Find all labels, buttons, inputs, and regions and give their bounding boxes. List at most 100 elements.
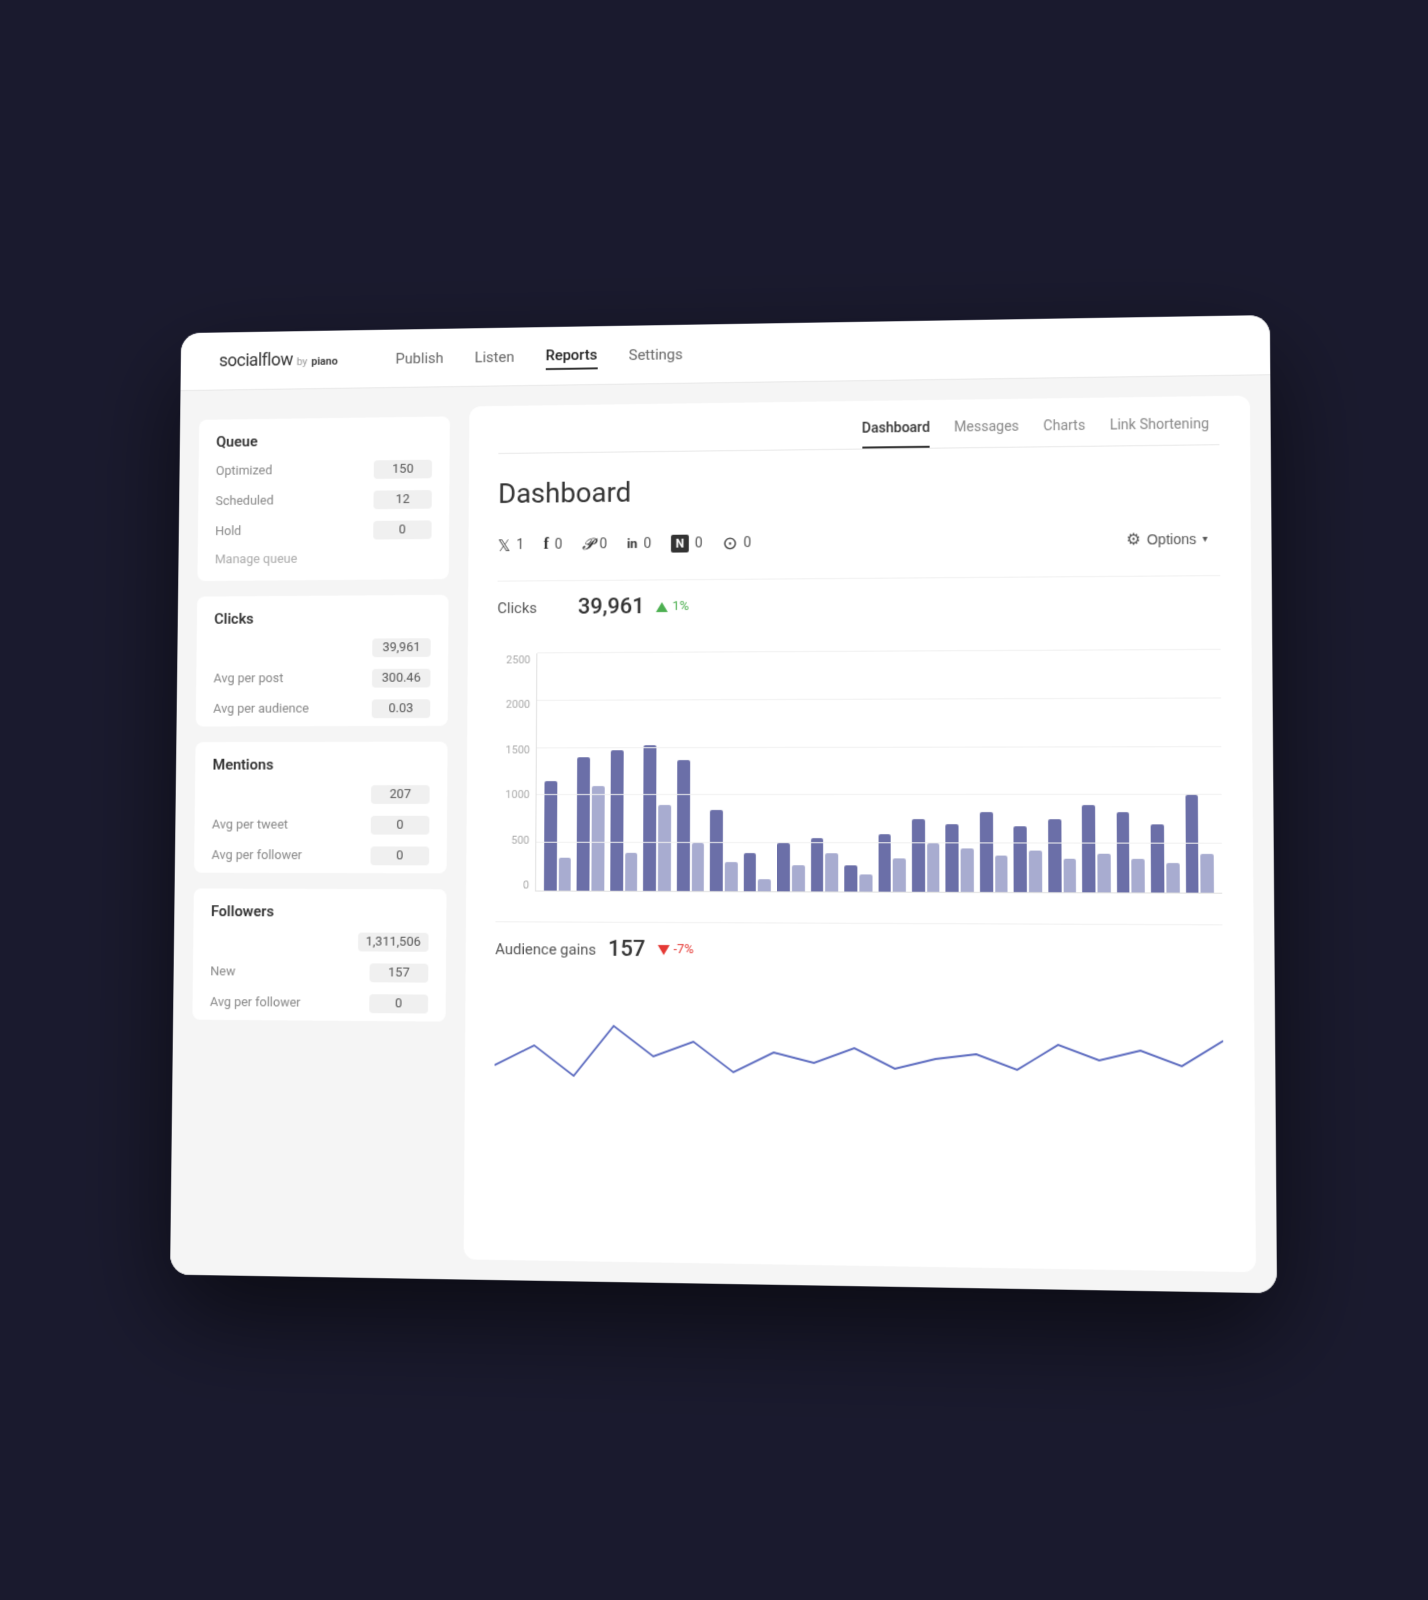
clicks-avg-post-label: Avg per post bbox=[213, 671, 283, 686]
queue-optimized-row: Optimized 150 bbox=[198, 456, 449, 489]
mentions-avg-tweet-label: Avg per tweet bbox=[212, 818, 288, 833]
clicks-metric-value: 39,961 bbox=[578, 594, 645, 619]
chevron-down-icon: ▾ bbox=[1202, 533, 1207, 544]
bar-group bbox=[610, 653, 638, 891]
followers-title: Followers bbox=[193, 888, 446, 929]
mentions-title: Mentions bbox=[195, 742, 447, 782]
mentions-value-row: 207 bbox=[195, 781, 448, 812]
clicks-section: Clicks 39,961 Avg per post 300.46 Avg pe… bbox=[196, 595, 449, 727]
arrow-down-icon bbox=[657, 944, 669, 954]
y-label-2500: 2500 bbox=[497, 653, 530, 666]
social-pinterest[interactable]: 𝓟 0 bbox=[582, 534, 607, 554]
bar-group bbox=[643, 653, 671, 891]
bar-dark bbox=[677, 760, 690, 891]
queue-scheduled-label: Scheduled bbox=[215, 494, 273, 509]
clicks-title: Clicks bbox=[197, 595, 449, 636]
clicks-avg-audience-row: Avg per audience 0.03 bbox=[196, 695, 448, 726]
facebook-icon: f bbox=[544, 536, 549, 554]
bar-group bbox=[1116, 650, 1145, 892]
logo-main: socialflow bbox=[219, 350, 293, 371]
social-facebook[interactable]: f 0 bbox=[544, 536, 563, 554]
bar-light bbox=[558, 857, 571, 890]
options-label: Options bbox=[1147, 531, 1197, 548]
audience-change-value: -7% bbox=[673, 942, 693, 957]
queue-optimized-value: 150 bbox=[374, 460, 432, 479]
bar-dark bbox=[946, 824, 959, 892]
bar-dark bbox=[710, 810, 723, 891]
queue-hold-value: 0 bbox=[373, 520, 431, 539]
bar-light bbox=[1201, 854, 1214, 893]
bar-dark bbox=[744, 853, 757, 891]
manage-queue-link[interactable]: Manage queue bbox=[197, 547, 449, 581]
bar-group bbox=[878, 651, 906, 891]
audience-metric-change: -7% bbox=[657, 942, 693, 957]
queue-optimized-label: Optimized bbox=[216, 464, 273, 479]
bar-dark bbox=[1185, 795, 1199, 892]
options-button[interactable]: ⚙ Options ▾ bbox=[1114, 523, 1220, 556]
bar-dark bbox=[1048, 820, 1061, 893]
bar-light bbox=[725, 862, 738, 891]
bar-light bbox=[691, 843, 704, 891]
followers-avg-row: Avg per follower 0 bbox=[192, 989, 445, 1022]
clicks-avg-post-row: Avg per post 300.46 bbox=[196, 665, 448, 696]
mentions-section: Mentions 207 Avg per tweet 0 Avg per fol… bbox=[194, 742, 448, 874]
nav-reports[interactable]: Reports bbox=[545, 341, 597, 369]
social-twitter[interactable]: 𝕏 1 bbox=[498, 536, 524, 555]
bar-light bbox=[893, 858, 906, 892]
clicks-avg-audience-label: Avg per audience bbox=[213, 702, 309, 717]
tab-dashboard[interactable]: Dashboard bbox=[862, 420, 930, 449]
y-label-500: 500 bbox=[496, 833, 530, 846]
y-label-2000: 2000 bbox=[497, 698, 530, 711]
audience-metric-value: 157 bbox=[608, 937, 645, 962]
bar-light bbox=[825, 853, 838, 891]
bar-dark bbox=[878, 834, 891, 892]
bar-group bbox=[1047, 651, 1076, 893]
instagram-icon: ⊙ bbox=[722, 533, 737, 554]
tab-link-shortening[interactable]: Link Shortening bbox=[1110, 416, 1209, 445]
y-label-1500: 1500 bbox=[496, 743, 529, 756]
bar-dark bbox=[544, 781, 557, 890]
bar-dark bbox=[1082, 805, 1095, 892]
nav-publish[interactable]: Publish bbox=[396, 345, 444, 371]
bar-group bbox=[710, 652, 738, 891]
bar-light bbox=[1063, 858, 1076, 892]
y-label-1000: 1000 bbox=[496, 788, 530, 801]
bar-group bbox=[1013, 651, 1042, 892]
bar-dark bbox=[811, 839, 824, 892]
nav-settings[interactable]: Settings bbox=[629, 341, 683, 367]
social-linkedin[interactable]: in 0 bbox=[627, 536, 651, 552]
tab-messages[interactable]: Messages bbox=[954, 419, 1019, 448]
bar-group bbox=[577, 653, 605, 891]
queue-hold-label: Hold bbox=[215, 524, 241, 539]
linkedin-count: 0 bbox=[643, 536, 651, 552]
main-layout: Queue Optimized 150 Scheduled 12 Hold 0 … bbox=[170, 375, 1277, 1293]
bar-light bbox=[758, 879, 771, 891]
bar-dark bbox=[577, 757, 590, 890]
social-row: 𝕏 1 f 0 𝓟 0 in 0 N 0 bbox=[498, 523, 1220, 561]
tab-charts[interactable]: Charts bbox=[1043, 418, 1085, 446]
y-label-0: 0 bbox=[496, 878, 530, 891]
gear-icon: ⚙ bbox=[1126, 529, 1141, 549]
facebook-count: 0 bbox=[555, 537, 563, 553]
bar-group bbox=[979, 651, 1007, 892]
bar-light bbox=[625, 853, 638, 891]
bar-group bbox=[544, 653, 572, 890]
bar-dark bbox=[610, 750, 623, 891]
social-instagram[interactable]: ⊙ 0 bbox=[722, 533, 751, 554]
bar-light bbox=[1132, 858, 1145, 892]
social-news[interactable]: N 0 bbox=[671, 535, 703, 553]
screen-wrapper: socialflow by piano Publish Listen Repor… bbox=[170, 315, 1277, 1293]
nav-listen[interactable]: Listen bbox=[475, 344, 515, 370]
instagram-count: 0 bbox=[743, 535, 751, 551]
bar-dark bbox=[1014, 827, 1027, 892]
bar-dark bbox=[844, 865, 857, 891]
bar-light bbox=[792, 865, 805, 891]
bar-group bbox=[1150, 650, 1180, 892]
followers-value-row: 1,311,506 bbox=[193, 928, 446, 960]
clicks-avg-post-value: 300.46 bbox=[372, 669, 431, 688]
bar-light bbox=[1097, 853, 1110, 892]
bar-light bbox=[1166, 863, 1179, 892]
news-icon: N bbox=[671, 535, 689, 553]
sidebar: Queue Optimized 150 Scheduled 12 Hold 0 … bbox=[170, 387, 469, 1280]
clicks-total-value: 39,961 bbox=[372, 638, 431, 657]
